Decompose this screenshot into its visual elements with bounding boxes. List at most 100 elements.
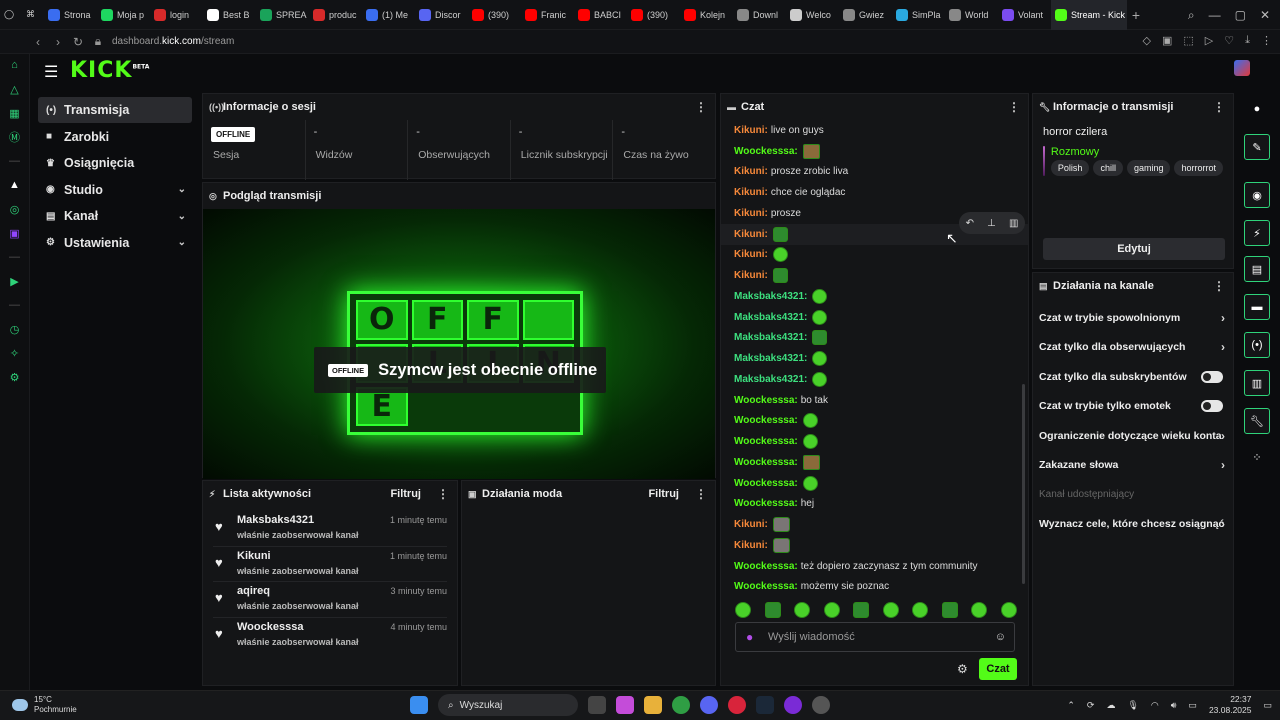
tray-sync-icon[interactable]: ⟳ <box>1087 700 1095 711</box>
opera-gx-icon[interactable] <box>728 696 746 714</box>
bookmark-icon[interactable]: ◇ <box>1143 34 1151 47</box>
tab-0[interactable]: Strona <box>44 0 97 30</box>
tray-volume-icon[interactable]: 🔊︎ <box>1171 700 1177 711</box>
activity-menu-icon[interactable]: ⋮ <box>437 487 449 501</box>
twitch-icon[interactable]: ▣ <box>8 226 22 240</box>
emote-bar-icon[interactable] <box>823 602 840 618</box>
history-icon[interactable]: ◷ <box>8 322 22 336</box>
sidebar-triangle-icon[interactable]: ▲ <box>8 178 22 192</box>
chat-username[interactable]: Woockesssa: <box>734 415 798 426</box>
workspace-icon[interactable]: ⌘ <box>22 0 44 30</box>
chat-message[interactable]: Kikuni: <box>721 245 1028 266</box>
new-tab-button[interactable]: + <box>1127 7 1145 23</box>
extensions-icon[interactable]: ⬚ <box>1183 34 1193 47</box>
mod-menu-icon[interactable]: ⋮ <box>695 487 707 501</box>
snapshot-icon[interactable]: ▣ <box>1162 34 1172 47</box>
tab-active[interactable]: Stream - Kick <box>1051 0 1127 30</box>
pencil-icon[interactable]: ✎ <box>1244 134 1270 160</box>
chat-scrollbar[interactable] <box>1022 384 1025 584</box>
activity-item[interactable]: ♥ Maksbaks4321 właśnie zaobserwował kanał 1… <box>213 511 447 547</box>
tab-7[interactable]: Discor <box>415 0 468 30</box>
channel-action-2[interactable]: Czat tylko dla subskrybentów <box>1033 362 1233 392</box>
preview-video[interactable]: OFFLINE OFFLINE Szymcw jest obecnie offl… <box>203 209 715 479</box>
minimize-button[interactable]: — <box>1209 8 1221 22</box>
delete-icon[interactable]: ▥ <box>1009 218 1018 229</box>
chat-username[interactable]: Woockesssa: <box>734 436 798 447</box>
toggle-switch[interactable] <box>1201 400 1223 413</box>
search-tabs-icon[interactable]: ⌕ <box>1188 8 1195 23</box>
weather-widget[interactable]: 15°C Pochmurnie <box>12 695 77 715</box>
chat-username[interactable]: Woockesssa: <box>734 561 798 572</box>
chat-message[interactable]: Woockesssa: <box>721 431 1028 452</box>
tab-5[interactable]: produc <box>309 0 362 30</box>
tab-10[interactable]: BABCI <box>574 0 627 30</box>
category-link[interactable]: Rozmowy <box>1051 146 1223 158</box>
tab-14[interactable]: Welco <box>786 0 839 30</box>
tab-8[interactable]: (390) <box>468 0 521 30</box>
document-icon[interactable]: ▤ <box>1244 256 1270 282</box>
chat-username[interactable]: Kikuni: <box>734 166 768 177</box>
menu-icon[interactable]: ⋮ <box>1261 34 1272 47</box>
chat-message[interactable]: Kikuni: <box>721 514 1028 535</box>
chat-username[interactable]: Kikuni: <box>734 208 768 219</box>
broadcast-toolbar-icon[interactable]: (•) <box>1244 332 1270 358</box>
chat-message[interactable]: Maksbaks4321: <box>721 369 1028 390</box>
pin-icon[interactable]: ⊥ <box>987 218 996 229</box>
chat-menu-icon[interactable]: ⋮ <box>1008 100 1020 114</box>
chat-username[interactable]: Woockesssa: <box>734 395 798 406</box>
chat-message[interactable]: Maksbaks4321: <box>721 348 1028 369</box>
settings-sidebar-icon[interactable]: ⚙ <box>8 370 22 384</box>
chat-username[interactable]: Maksbaks4321: <box>734 291 807 302</box>
chat-username[interactable]: Kikuni: <box>734 519 768 530</box>
nav-item-3[interactable]: ◉ Studio ⌄ <box>38 177 192 203</box>
url-field[interactable]: dashboard.kick.com/stream <box>112 36 234 47</box>
aria-icon[interactable]: △ <box>8 82 22 96</box>
chat-username[interactable]: Kikuni: <box>734 229 768 240</box>
chat-settings-icon[interactable]: ⚙ <box>957 662 968 676</box>
emote-bar-icon[interactable] <box>912 602 928 618</box>
copilot-icon[interactable] <box>616 696 634 714</box>
channel-action-5[interactable]: Zakazane słowa › <box>1033 451 1233 481</box>
channel-action-7[interactable]: Wyznacz cele, które chcesz osiągnąć › <box>1033 510 1233 540</box>
chat-message[interactable]: Woockesssa: <box>721 473 1028 494</box>
tab-6[interactable]: (1) Me <box>362 0 415 30</box>
player-icon[interactable]: ▷ <box>1205 34 1213 47</box>
tab-17[interactable]: World <box>945 0 998 30</box>
chat-username[interactable]: Kikuni: <box>734 187 768 198</box>
wrench-toolbar-icon[interactable]: 🔧︎ <box>1244 408 1270 434</box>
widgets-icon[interactable]: ⁘ <box>1244 444 1270 470</box>
tag-chip[interactable]: Polish <box>1050 160 1090 176</box>
chat-message[interactable]: Woockesssa: też dopiero zaczynasz z tym c… <box>721 556 1028 577</box>
chat-send-button[interactable]: Czat <box>979 658 1017 680</box>
twitch-sidebar-icon[interactable]: ▦ <box>8 106 22 120</box>
emote-bar-icon[interactable] <box>794 602 810 618</box>
chrome-icon[interactable] <box>672 696 690 714</box>
heart-icon[interactable]: ♡ <box>1224 34 1234 47</box>
chat-username[interactable]: Woockesssa: <box>734 457 798 468</box>
chevron-down-icon[interactable]: ⌄ <box>178 211 186 222</box>
tab-18[interactable]: Volant <box>998 0 1051 30</box>
hamburger-menu-icon[interactable]: ☰ <box>44 62 58 82</box>
start-icon[interactable] <box>410 696 428 714</box>
chat-username[interactable]: Maksbaks4321: <box>734 312 807 323</box>
chat-message[interactable]: Maksbaks4321: <box>721 286 1028 307</box>
tab-1[interactable]: Moja p <box>97 0 150 30</box>
chat-toolbar-icon[interactable]: ▬ <box>1244 294 1270 320</box>
chat-message[interactable]: Kikuni: live on guys <box>721 120 1028 141</box>
chat-input[interactable]: ● Wyślij wiadomość ☺ <box>735 622 1015 652</box>
emote-bar-icon[interactable] <box>735 602 751 618</box>
chat-username[interactable]: Woockesssa: <box>734 478 798 489</box>
chat-username[interactable]: Maksbaks4321: <box>734 374 807 385</box>
steam-icon[interactable] <box>756 696 774 714</box>
messenger-icon[interactable]: ◎ <box>8 202 22 216</box>
chat-username[interactable]: Woockesssa: <box>734 581 798 590</box>
tab-13[interactable]: Downl <box>733 0 786 30</box>
tag-chip[interactable]: chill <box>1093 160 1123 176</box>
chat-message[interactable]: Woockesssa: możemy sie poznac <box>721 577 1028 590</box>
chat-username[interactable]: Woockesssa: <box>734 146 798 157</box>
taskbar-search[interactable]: ⌕ Wyszukaj <box>438 694 578 716</box>
tray-wifi-icon[interactable]: ◠ <box>1151 700 1159 711</box>
channel-action-0[interactable]: Czat w trybie spowolnionym › <box>1033 303 1233 333</box>
chat-message[interactable]: Kikuni: chce cie oglądac <box>721 182 1028 203</box>
tray-battery-icon[interactable]: ▭ <box>1188 700 1197 711</box>
